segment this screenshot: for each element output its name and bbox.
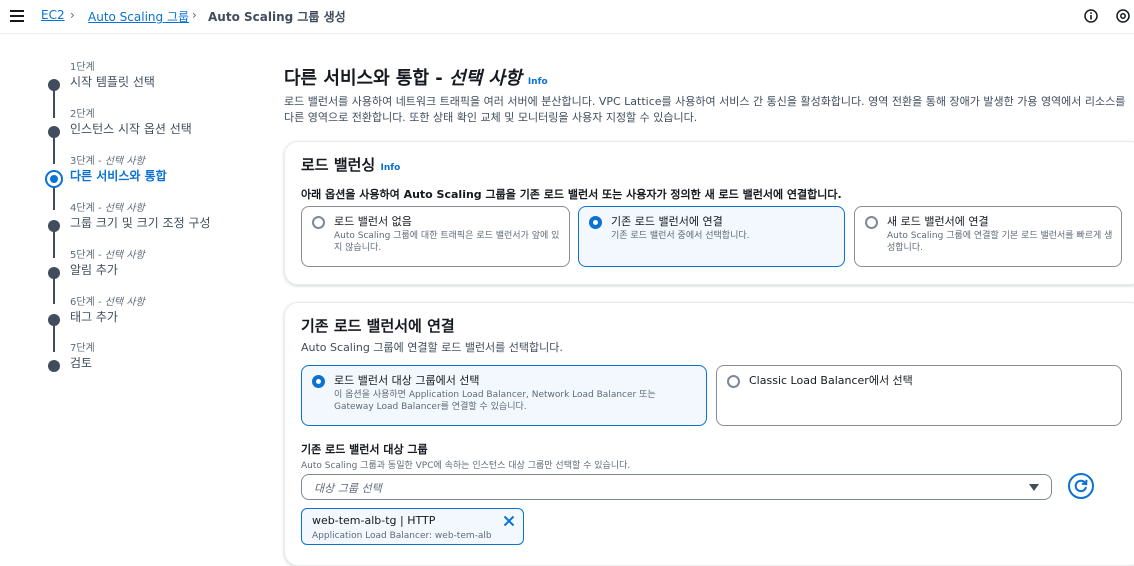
panel-title: 기존 로드 밸런서에 연결 [301,317,455,335]
close-icon[interactable] [503,515,515,527]
selected-target-group-token: web-tem-alb-tg | HTTP Application Load B… [301,508,524,545]
panel-description: 아래 옵션을 사용하여 Auto Scaling 그룹을 기존 로드 밸런서 또… [301,188,842,201]
page-title: 다른 서비스와 통합 - 선택 사항 Info [284,68,548,89]
step-number: 4단계 - 선택 사항 [70,203,145,214]
option-label: 로드 밸런서 없음 [334,215,412,228]
refresh-icon [1074,479,1088,493]
panel-description: Auto Scaling 그룹에 연결할 로드 밸런서를 선택합니다. [301,341,563,354]
step-number: 3단계 - 선택 사항 [70,156,145,167]
step-3[interactable]: 3단계 - 선택 사항 다른 서비스와 통합 [0,152,260,196]
step-label: 알림 추가 [70,263,118,277]
top-navigation: EC2 › Auto Scaling 그룹 › Auto Scaling 그룹 … [0,0,1134,34]
step-dot-icon [48,126,60,138]
step-2[interactable]: 2단계 인스턴스 시작 옵션 선택 [0,105,260,149]
option-label: 로드 밸런서 대상 그룹에서 선택 [334,374,480,387]
info-link[interactable]: Info [380,163,400,173]
step-1[interactable]: 1단계 시작 템플릿 선택 [0,58,260,102]
step-label: 검토 [70,356,93,370]
step-label: 인스턴스 시작 옵션 선택 [70,122,192,136]
option-description: Auto Scaling 그룹에 대한 트래픽은 로드 밸런서가 앞에 있지 않… [334,231,560,253]
step-dot-icon [48,79,60,91]
option-label: Classic Load Balancer에서 선택 [749,374,913,387]
breadcrumb-auto-scaling-groups[interactable]: Auto Scaling 그룹 [88,8,189,25]
option-target-groups[interactable]: 로드 밸런서 대상 그룹에서 선택 이 옵션을 사용하면 Application… [301,365,707,426]
step-number: 7단계 [70,343,95,354]
target-group-label: 기존 로드 밸런서 대상 그룹 [301,443,428,456]
option-attach-new-load-balancer[interactable]: 새 로드 밸런서에 연결 Auto Scaling 그룹에 연결할 기본 로드 … [854,206,1122,267]
step-dot-icon [48,267,60,279]
step-5[interactable]: 5단계 - 선택 사항 알림 추가 [0,246,260,290]
step-label: 그룹 크기 및 크기 조정 구성 [70,216,211,230]
caret-down-icon [1029,484,1039,491]
step-dot-icon [48,360,60,372]
step-dot-icon [48,314,60,326]
select-placeholder: 대상 그룹 선택 [314,482,382,495]
step-label: 다른 서비스와 통합 [70,169,167,183]
breadcrumb-ec2[interactable]: EC2 [41,8,65,22]
radio-button-selected[interactable] [312,375,325,388]
attach-existing-panel: 기존 로드 밸런서에 연결 Auto Scaling 그룹에 연결할 로드 밸런… [284,302,1134,566]
step-number: 6단계 - 선택 사항 [70,297,145,308]
step-label: 태그 추가 [70,310,118,324]
option-label: 새 로드 밸런서에 연결 [887,215,989,228]
load-balancing-panel: 로드 밸런싱 Info 아래 옵션을 사용하여 Auto Scaling 그룹을… [284,141,1134,285]
info-link[interactable]: Info [528,77,548,87]
option-attach-existing-load-balancer[interactable]: 기존 로드 밸런서에 연결 기존 로드 밸런서 중에서 선택합니다. [578,206,845,267]
target-group-description: Auto Scaling 그룹과 동일한 VPC에 속하는 인스턴스 대상 그룹… [301,461,631,471]
token-detail: Application Load Balancer: web-tem-alb [312,531,492,541]
step-4[interactable]: 4단계 - 선택 사항 그룹 크기 및 크기 조정 구성 [0,199,260,243]
option-description: 기존 로드 밸런서 중에서 선택합니다. [611,231,750,241]
current-step-icon [45,170,63,188]
radio-button[interactable] [312,216,325,229]
refresh-button[interactable] [1068,473,1094,499]
token-name: web-tem-alb-tg | HTTP [312,514,436,527]
step-number: 1단계 [70,62,95,73]
menu-icon[interactable] [10,10,24,22]
step-6[interactable]: 6단계 - 선택 사항 태그 추가 [0,293,260,337]
step-number: 2단계 [70,109,95,120]
step-label: 시작 템플릿 선택 [70,75,155,89]
option-label: 기존 로드 밸런서에 연결 [611,215,723,228]
option-description: Auto Scaling 그룹에 연결할 기본 로드 밸런서를 빠르게 생성합니… [887,231,1113,253]
radio-button[interactable] [727,375,740,388]
option-description: 이 옵션을 사용하면 Application Load Balancer, Ne… [334,390,656,412]
settings-icon[interactable] [1116,9,1130,23]
info-icon[interactable] [1084,9,1098,23]
breadcrumb-current: Auto Scaling 그룹 생성 [208,10,346,24]
step-dot-icon [48,220,60,232]
panel-title: 로드 밸런싱 Info [301,156,401,174]
page-description: 로드 밸런서를 사용하여 네트워크 트래픽을 여러 서버에 분산합니다. VPC… [284,95,1126,124]
step-7[interactable]: 7단계 검토 [0,339,260,383]
option-no-load-balancer[interactable]: 로드 밸런서 없음 Auto Scaling 그룹에 대한 트래픽은 로드 밸런… [301,206,570,267]
radio-button-selected[interactable] [589,216,602,229]
chevron-right-icon: › [192,8,197,22]
target-group-select[interactable]: 대상 그룹 선택 [301,474,1052,500]
step-number: 5단계 - 선택 사항 [70,250,145,261]
option-classic-load-balancer[interactable]: Classic Load Balancer에서 선택 [716,365,1122,426]
chevron-right-icon: › [70,8,75,22]
radio-button[interactable] [865,216,878,229]
